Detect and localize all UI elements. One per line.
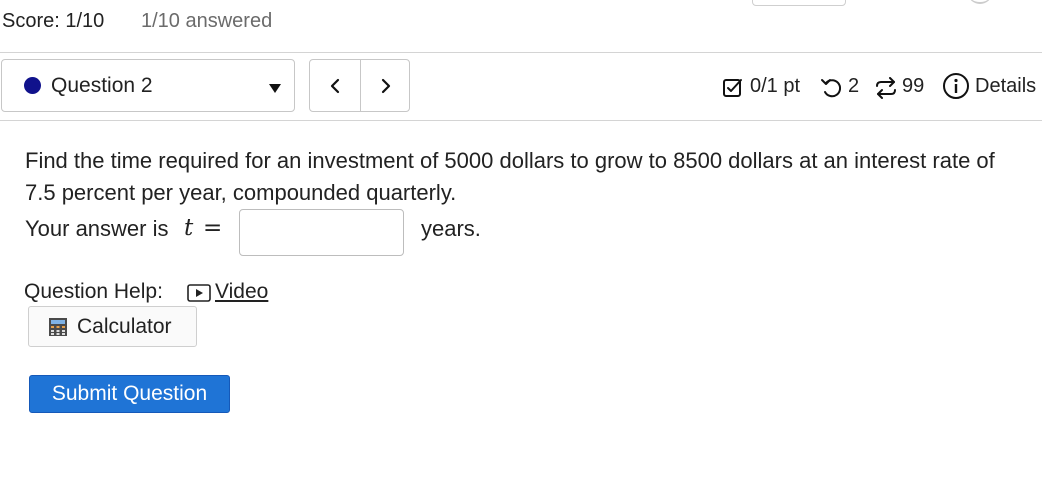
retries-remaining: 2: [848, 75, 860, 97]
answered-count: 1/10 answered: [141, 10, 273, 32]
calculator-button[interactable]: Calculator: [28, 306, 197, 347]
question-help-label: Question Help:: [24, 280, 163, 303]
calculator-icon: [49, 318, 67, 336]
score-text: Score: 1/10: [2, 10, 105, 32]
top-circle-stub: [968, 0, 992, 4]
caret-down-icon: [269, 84, 281, 93]
info-icon[interactable]: [942, 72, 970, 100]
answer-equals-sign: =: [203, 215, 223, 241]
points-value: 0/1 pt: [750, 75, 801, 97]
question-selector[interactable]: Question 2: [1, 59, 295, 112]
previous-question-button[interactable]: [310, 60, 360, 111]
checkbox-icon: [723, 79, 742, 97]
chevron-right-icon: [381, 78, 391, 93]
question-text: Find the time required for an investment…: [25, 148, 995, 205]
retry-icon: [821, 79, 842, 98]
divider: [0, 120, 1042, 121]
answer-variable: t: [184, 215, 194, 241]
question-nav-group: [309, 59, 410, 112]
top-button-stub[interactable]: [752, 0, 846, 6]
submit-question-button[interactable]: Submit Question: [29, 375, 230, 413]
attempts-remaining: 99: [902, 75, 925, 97]
video-play-icon: [187, 284, 211, 302]
answer-unit: years.: [421, 216, 481, 241]
answer-input[interactable]: [239, 209, 404, 256]
answer-prefix: Your answer is: [25, 216, 169, 241]
question-selector-label: Question 2: [51, 74, 153, 97]
next-question-button[interactable]: [361, 60, 411, 111]
video-help-link[interactable]: Video: [215, 280, 268, 304]
chevron-left-icon: [330, 78, 340, 93]
divider: [0, 52, 1042, 53]
attempts-icon: [876, 77, 896, 99]
details-link[interactable]: Details: [975, 75, 1036, 98]
calculator-label: Calculator: [77, 315, 172, 338]
question-status-dot: [24, 77, 41, 94]
